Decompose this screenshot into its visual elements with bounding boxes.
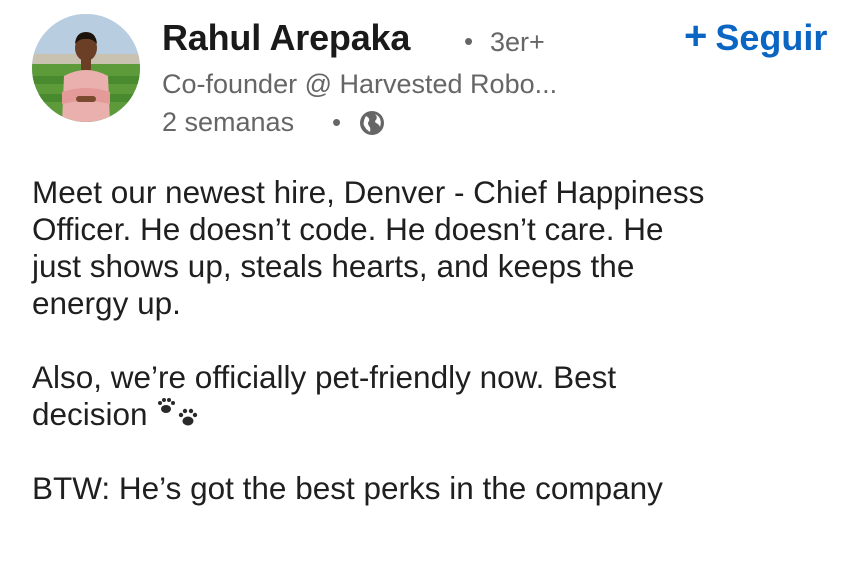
post-line: just shows up, steals hearts, and keeps … bbox=[32, 248, 635, 284]
post-line: decision bbox=[32, 396, 862, 433]
follow-button[interactable]: + Seguir bbox=[684, 14, 828, 60]
connection-degree: 3er+ bbox=[490, 27, 545, 57]
globe-icon bbox=[360, 111, 384, 135]
author-name[interactable]: Rahul Arepaka bbox=[162, 16, 410, 60]
post-timestamp: 2 semanas bbox=[162, 107, 295, 137]
post-line: energy up. bbox=[32, 285, 181, 321]
post-body: Meet our newest hire, Denver - Chief Hap… bbox=[32, 174, 862, 507]
post-line: BTW: He’s got the best perks in the comp… bbox=[32, 470, 663, 506]
avatar-photo bbox=[32, 14, 140, 122]
author-headline[interactable]: Co-founder @ Harvested Robo... bbox=[162, 66, 557, 102]
post-line: Meet our newest hire, Denver - Chief Hap… bbox=[32, 174, 705, 210]
separator-dot: • bbox=[332, 107, 342, 137]
paw-prints-icon bbox=[157, 398, 197, 426]
feed-post: Rahul Arepaka • 3er+ + Seguir Co-founder… bbox=[0, 0, 862, 585]
follow-label: Seguir bbox=[715, 17, 828, 58]
plus-icon: + bbox=[684, 14, 708, 58]
post-header: Rahul Arepaka • 3er+ + Seguir Co-founder… bbox=[0, 0, 862, 160]
post-line: Officer. He doesn’t code. He doesn’t car… bbox=[32, 211, 664, 247]
avatar[interactable] bbox=[32, 14, 140, 122]
post-line-text: decision bbox=[32, 396, 148, 432]
post-line: Also, we’re officially pet-friendly now.… bbox=[32, 359, 617, 395]
separator-dot: • bbox=[464, 26, 474, 56]
